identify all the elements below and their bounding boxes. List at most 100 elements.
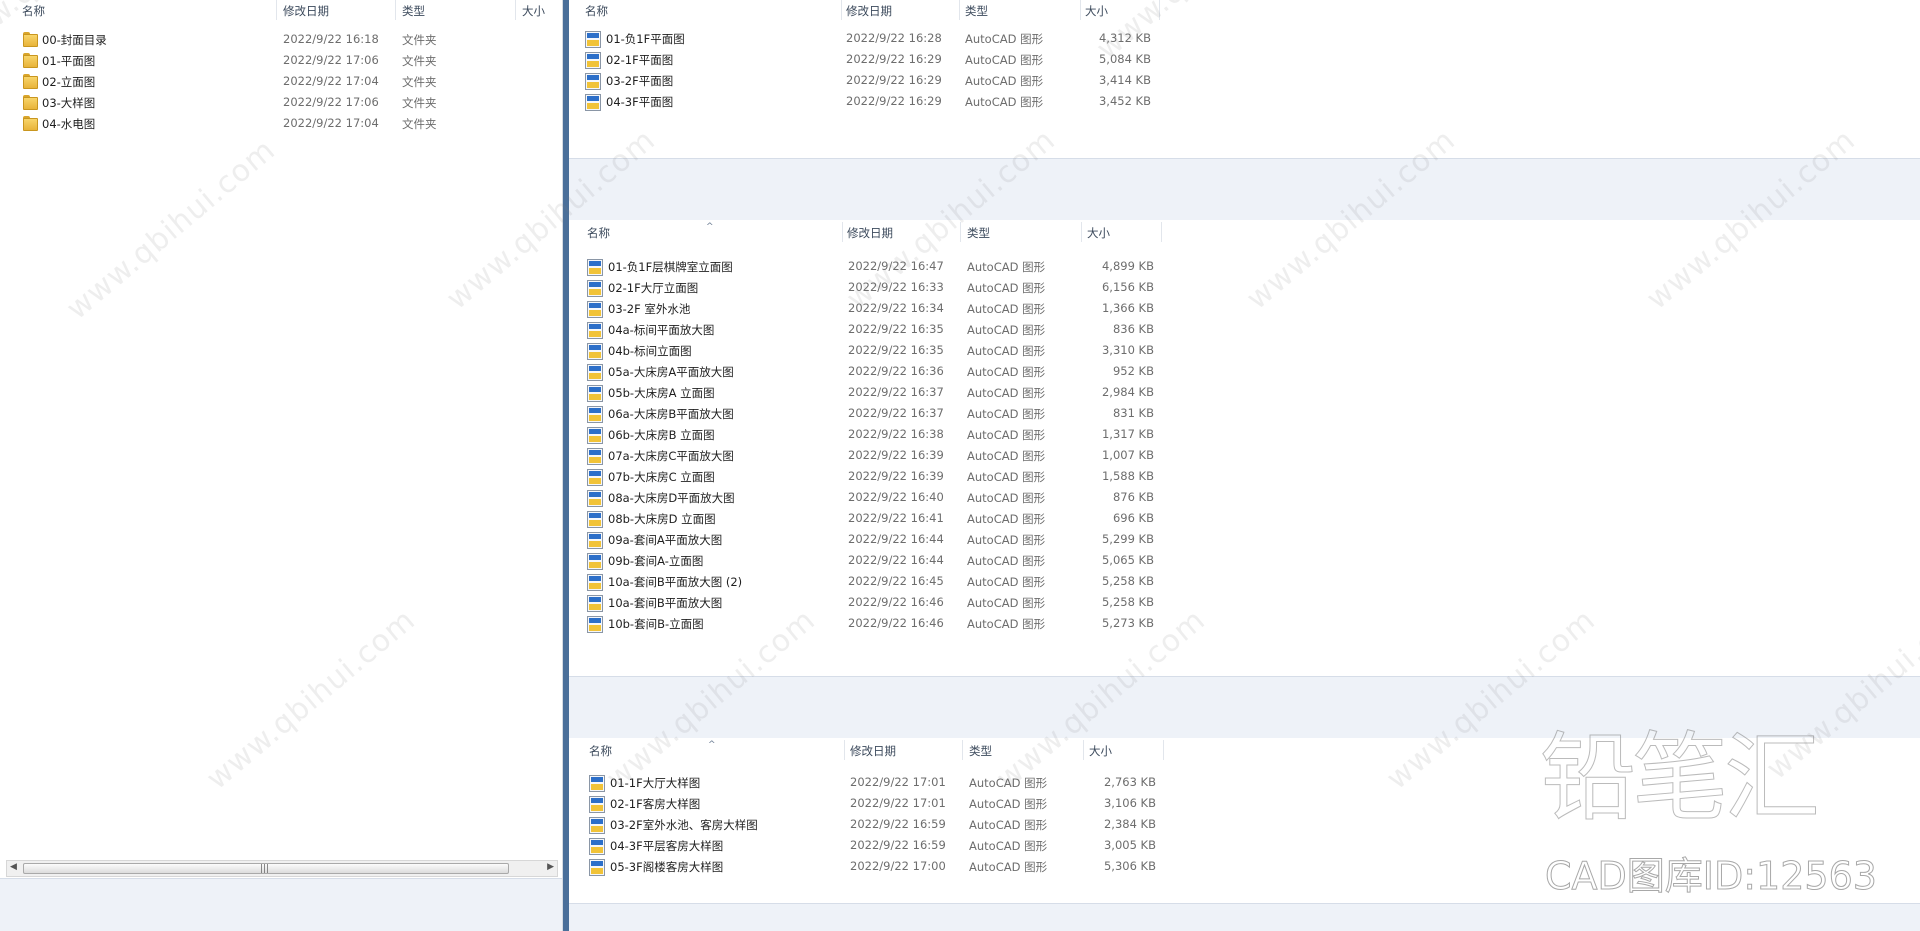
file-size: 952 KB [1112,364,1154,378]
file-size: 876 KB [1112,490,1154,504]
file-type: AutoCAD 图形 [967,407,1046,421]
scroll-left-icon[interactable]: ◀ [10,862,17,872]
column-size[interactable]: 大小 [1089,743,1112,759]
column-type[interactable]: 类型 [402,3,425,19]
column-name[interactable]: 名称 [589,743,612,759]
file-row[interactable]: 06a-大床房B平面放大图 2022/9/22 16:37 AutoCAD 图形 83… [569,403,1920,424]
column-divider[interactable] [960,222,961,242]
file-type: AutoCAD 图形 [967,470,1046,484]
column-type[interactable]: 类型 [967,225,990,241]
file-row[interactable]: 07b-大床房C 立面图 2022/9/22 16:39 AutoCAD 图形 1,5… [569,466,1920,487]
column-date[interactable]: 修改日期 [846,3,892,19]
file-date: 2022/9/22 17:01 [850,775,946,789]
column-divider[interactable] [1161,222,1162,242]
column-divider[interactable] [1159,0,1160,20]
column-size[interactable]: 大小 [1087,225,1110,241]
column-type[interactable]: 类型 [969,743,992,759]
column-date[interactable]: 修改日期 [850,743,896,759]
file-date: 2022/9/22 16:41 [848,511,944,525]
file-row[interactable]: 01-负1F层棋牌室立面图 2022/9/22 16:47 AutoCAD 图形 4,… [569,256,1920,277]
file-row[interactable]: 03-2F平面图 2022/9/22 16:29 AutoCAD 图形 3,414 K… [569,70,1920,91]
file-row[interactable]: 01-负1F平面图 2022/9/22 16:28 AutoCAD 图形 4,312 … [569,28,1920,49]
file-name: 01-负1F平面图 [606,32,685,46]
file-row[interactable]: 00-封面目录 2022/9/22 16:18 文件夹 [0,29,562,50]
column-divider[interactable] [841,0,842,20]
file-date: 2022/9/22 16:29 [846,52,942,66]
file-row[interactable]: 04-水电图 2022/9/22 17:04 文件夹 [0,113,562,134]
autocad-file-icon [587,532,603,549]
file-type: AutoCAD 图形 [967,575,1046,589]
file-row[interactable]: 06b-大床房B 立面图 2022/9/22 16:38 AutoCAD 图形 1,3… [569,424,1920,445]
file-row[interactable]: 02-立面图 2022/9/22 17:04 文件夹 [0,71,562,92]
autocad-file-icon [587,448,603,465]
file-row[interactable]: 05-3F阁楼客房大样图 2022/9/22 17:00 AutoCAD 图形 5,3… [569,856,1920,877]
column-name[interactable]: 名称 [22,3,45,19]
file-row[interactable]: 09a-套间A平面放大图 2022/9/22 16:44 AutoCAD 图形 5,2… [569,529,1920,550]
file-row[interactable]: 02-1F客房大样图 2022/9/22 17:01 AutoCAD 图形 3,106… [569,793,1920,814]
column-size[interactable]: 大小 [1085,3,1108,19]
column-name[interactable]: 名称 [587,225,610,241]
scroll-thumb[interactable]: ||| [23,863,509,874]
file-date: 2022/9/22 16:18 [283,32,379,46]
file-name: 04b-标间立面图 [608,344,692,358]
file-type: AutoCAD 图形 [969,776,1048,790]
column-divider[interactable] [1081,222,1082,242]
horizontal-scrollbar[interactable]: ◀ ||| ▶ [6,860,558,877]
file-type: AutoCAD 图形 [967,302,1046,316]
file-size: 1,007 KB [1101,448,1154,462]
file-row[interactable]: 10a-套间B平面放大图 (2) 2022/9/22 16:45 AutoCAD 图… [569,571,1920,592]
column-divider[interactable] [395,0,396,20]
column-divider[interactable] [844,740,845,760]
file-row[interactable]: 08a-大床房D平面放大图 2022/9/22 16:40 AutoCAD 图形 87… [569,487,1920,508]
file-date: 2022/9/22 17:06 [283,53,379,67]
file-type: 文件夹 [402,117,437,131]
autocad-file-icon [587,553,603,570]
column-date[interactable]: 修改日期 [283,3,329,19]
file-row[interactable]: 05a-大床房A平面放大图 2022/9/22 16:36 AutoCAD 图形 95… [569,361,1920,382]
file-row[interactable]: 09b-套间A-立面图 2022/9/22 16:44 AutoCAD 图形 5,06… [569,550,1920,571]
file-type: AutoCAD 图形 [967,512,1046,526]
column-divider[interactable] [959,0,960,20]
file-type: AutoCAD 图形 [967,554,1046,568]
file-row[interactable]: 05b-大床房A 立面图 2022/9/22 16:37 AutoCAD 图形 2,9… [569,382,1920,403]
column-divider[interactable] [1083,740,1084,760]
file-row[interactable]: 04-3F平层客房大样图 2022/9/22 16:59 AutoCAD 图形 3,0… [569,835,1920,856]
file-type: AutoCAD 图形 [965,32,1044,46]
details-band [569,158,1920,220]
file-row[interactable]: 10a-套间B平面放大图 2022/9/22 16:46 AutoCAD 图形 5,2… [569,592,1920,613]
file-name: 05-3F阁楼客房大样图 [610,860,724,874]
file-row[interactable]: 03-2F 室外水池 2022/9/22 16:34 AutoCAD 图形 1,366… [569,298,1920,319]
column-divider[interactable] [1163,740,1164,760]
file-row[interactable]: 03-大样图 2022/9/22 17:06 文件夹 [0,92,562,113]
file-date: 2022/9/22 16:45 [848,574,944,588]
column-name[interactable]: 名称 [585,3,608,19]
file-row[interactable]: 04b-标间立面图 2022/9/22 16:35 AutoCAD 图形 3,310 … [569,340,1920,361]
column-date[interactable]: 修改日期 [847,225,893,241]
file-row[interactable]: 02-1F平面图 2022/9/22 16:29 AutoCAD 图形 5,084 K… [569,49,1920,70]
folder-icon [22,53,38,68]
file-row[interactable]: 10b-套间B-立面图 2022/9/22 16:46 AutoCAD 图形 5,27… [569,613,1920,634]
column-divider[interactable] [1080,0,1081,20]
file-size: 836 KB [1112,322,1154,336]
elevation-file-pane: 名称 ^ 修改日期 类型 大小 01-负1F层棋牌室立面图 2022/9/22 1… [569,222,1920,738]
file-row[interactable]: 01-1F大厅大样图 2022/9/22 17:01 AutoCAD 图形 2,763… [569,772,1920,793]
file-row[interactable]: 02-1F大厅立面图 2022/9/22 16:33 AutoCAD 图形 6,156… [569,277,1920,298]
details-band [569,676,1920,738]
file-row[interactable]: 08b-大床房D 立面图 2022/9/22 16:41 AutoCAD 图形 696… [569,508,1920,529]
column-divider[interactable] [962,740,963,760]
column-size[interactable]: 大小 [522,3,545,19]
file-row[interactable]: 07a-大床房C平面放大图 2022/9/22 16:39 AutoCAD 图形 1,… [569,445,1920,466]
column-type[interactable]: 类型 [965,3,988,19]
column-divider[interactable] [515,0,516,20]
file-row[interactable]: 04-3F平面图 2022/9/22 16:29 AutoCAD 图形 3,452 K… [569,91,1920,112]
file-row[interactable]: 01-平面图 2022/9/22 17:06 文件夹 [0,50,562,71]
file-name: 01-负1F层棋牌室立面图 [608,260,733,274]
column-divider[interactable] [842,222,843,242]
column-divider[interactable] [276,0,277,20]
file-size: 3,005 KB [1103,838,1156,852]
file-row[interactable]: 04a-标间平面放大图 2022/9/22 16:35 AutoCAD 图形 836 … [569,319,1920,340]
file-row[interactable]: 03-2F室外水池、客房大样图 2022/9/22 16:59 AutoCAD 图形… [569,814,1920,835]
scroll-right-icon[interactable]: ▶ [547,862,554,872]
autocad-file-icon [587,259,603,276]
file-date: 2022/9/22 16:39 [848,469,944,483]
